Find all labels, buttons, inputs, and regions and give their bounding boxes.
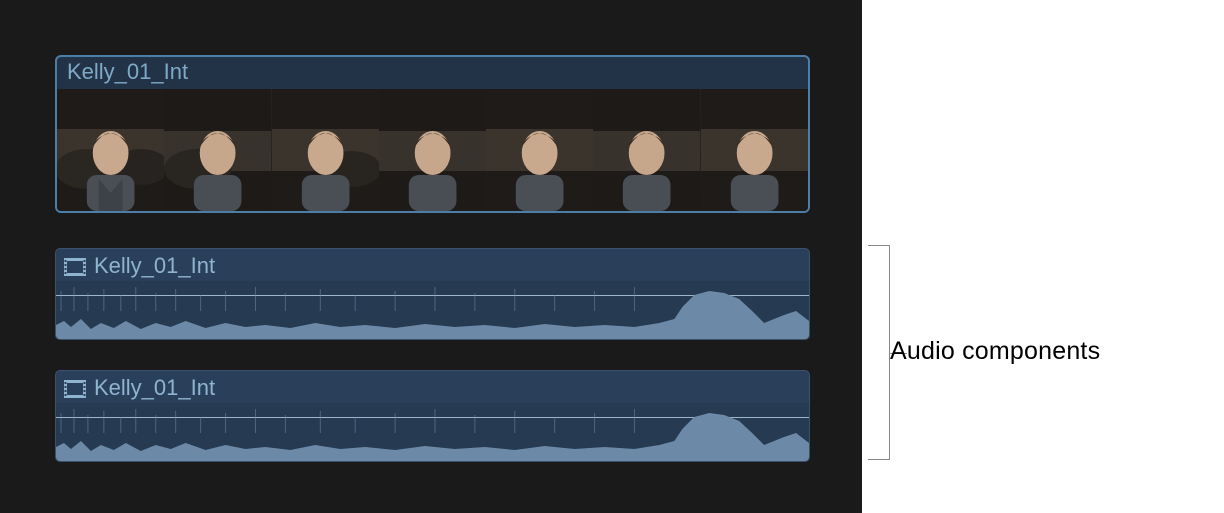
annotation-panel: Audio components — [862, 0, 1224, 513]
film-icon — [64, 380, 86, 398]
video-thumbnail — [272, 89, 379, 211]
audio-clip-label: Kelly_01_Int — [94, 375, 215, 401]
video-thumbnail — [701, 89, 808, 211]
audio-clip-label: Kelly_01_Int — [94, 253, 215, 279]
video-thumbnail — [379, 89, 486, 211]
annotation-label: Audio components — [890, 337, 1100, 366]
audio-component-clip[interactable]: Kelly_01_Int — [55, 370, 810, 462]
video-thumbnail — [57, 89, 164, 211]
video-clip[interactable]: Kelly_01_Int — [55, 55, 810, 213]
audio-component-clip[interactable]: Kelly_01_Int — [55, 248, 810, 340]
video-thumbnails — [57, 89, 808, 211]
timeline-panel: Kelly_01_Int — [0, 0, 862, 513]
audio-waveform[interactable] — [56, 403, 809, 461]
film-icon — [64, 258, 86, 276]
video-thumbnail — [164, 89, 271, 211]
video-thumbnail — [593, 89, 700, 211]
video-thumbnail — [486, 89, 593, 211]
audio-waveform[interactable] — [56, 281, 809, 339]
video-clip-title: Kelly_01_Int — [57, 57, 808, 89]
annotation-bracket — [868, 245, 890, 460]
